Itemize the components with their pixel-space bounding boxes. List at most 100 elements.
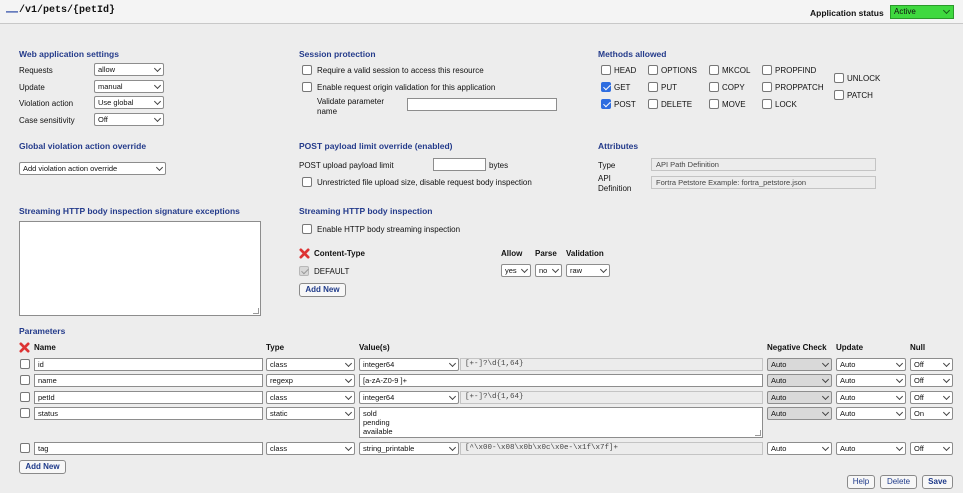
global-override-title: Global violation action override (19, 141, 147, 151)
param-null-value: Off (914, 393, 924, 402)
delete-x-icon[interactable] (299, 248, 310, 259)
validate-parameter-input[interactable] (407, 98, 557, 111)
streaming-allow-select[interactable]: yes (501, 264, 531, 277)
param-negative-select[interactable]: Auto (767, 374, 832, 387)
chevron-down-icon (344, 359, 353, 368)
resize-grip-icon[interactable] (253, 308, 259, 314)
method-mkcol-checkbox[interactable] (709, 65, 719, 75)
param-null-select[interactable]: Off (910, 358, 953, 371)
param-type-select[interactable]: class (266, 442, 355, 455)
application-status-select[interactable]: Active (890, 5, 954, 19)
param-update-value: Auto (840, 376, 856, 385)
streaming-validation-value: raw (570, 266, 583, 275)
method-propfind-checkbox[interactable] (762, 65, 772, 75)
chevron-down-icon (895, 392, 904, 401)
param-negative-select[interactable]: Auto (767, 391, 832, 404)
param-row-checkbox[interactable] (20, 392, 30, 402)
param-type-select[interactable]: regexp (266, 374, 355, 387)
require-session-checkbox[interactable] (302, 65, 312, 75)
method-unlock-checkbox[interactable] (834, 73, 844, 83)
help-button[interactable]: Help (847, 475, 875, 489)
resize-grip-icon[interactable] (755, 430, 761, 436)
method-patch-checkbox[interactable] (834, 90, 844, 100)
method-put-checkbox[interactable] (648, 82, 658, 92)
parameters-add-new-button[interactable]: Add New (19, 460, 66, 474)
param-name-input[interactable]: petId (34, 391, 263, 404)
param-negative-select[interactable]: Auto (767, 442, 832, 455)
update-select[interactable]: manual (94, 80, 164, 93)
post-upload-limit-label: POST upload payload limit (299, 161, 394, 170)
param-negative-select[interactable]: Auto (767, 358, 832, 371)
streaming-add-new-button[interactable]: Add New (299, 283, 346, 297)
method-options-checkbox[interactable] (648, 65, 658, 75)
enable-streaming-checkbox[interactable] (302, 224, 312, 234)
unrestricted-upload-checkbox[interactable] (302, 177, 312, 187)
global-override-select[interactable]: Add violation action override (19, 162, 166, 175)
param-value-value: string_printable (363, 444, 415, 453)
param-values-header: Value(s) (359, 343, 390, 352)
chevron-down-icon (153, 97, 162, 106)
method-head-checkbox[interactable] (601, 65, 611, 75)
save-button[interactable]: Save (922, 475, 953, 489)
chevron-down-icon (942, 6, 951, 15)
param-null-select[interactable]: Off (910, 374, 953, 387)
post-upload-limit-input[interactable] (433, 158, 486, 171)
param-name-input[interactable]: name (34, 374, 263, 387)
param-value-select[interactable]: integer64 (359, 358, 459, 371)
chevron-down-icon (153, 114, 162, 123)
param-update-select[interactable]: Auto (836, 391, 906, 404)
origin-validation-checkbox[interactable] (302, 82, 312, 92)
streaming-parse-select[interactable]: no (535, 264, 562, 277)
chevron-down-icon (344, 408, 353, 417)
method-lock-checkbox[interactable] (762, 99, 772, 109)
requests-select[interactable]: allow (94, 63, 164, 76)
method-post-checkbox[interactable] (601, 99, 611, 109)
case-sensitivity-select[interactable]: Off (94, 113, 164, 126)
violation-action-select[interactable]: Use global (94, 96, 164, 109)
param-type-select[interactable]: static (266, 407, 355, 420)
signature-exceptions-textarea[interactable] (19, 221, 261, 316)
param-value-select[interactable]: integer64 (359, 391, 459, 404)
param-null-value: Off (914, 444, 924, 453)
param-row-checkbox[interactable] (20, 359, 30, 369)
method-delete-checkbox[interactable] (648, 99, 658, 109)
param-null-select[interactable]: Off (910, 391, 953, 404)
attribute-type-value: API Path Definition (651, 158, 876, 171)
param-update-select[interactable]: Auto (836, 358, 906, 371)
param-negative-select[interactable]: Auto (767, 407, 832, 420)
param-regex-value: [+-]?\d{1,64} (460, 391, 763, 404)
violation-action-label: Violation action (19, 99, 74, 108)
param-name-input[interactable]: status (34, 407, 263, 420)
chevron-down-icon (821, 443, 830, 452)
parameters-title: Parameters (19, 326, 66, 336)
param-value-input[interactable]: [a-zA-Z0-9 ]+ (359, 374, 763, 387)
param-update-select[interactable]: Auto (836, 374, 906, 387)
collapse-toggle[interactable]: — (6, 4, 18, 18)
param-name-input[interactable]: id (34, 358, 263, 371)
param-null-select[interactable]: On (910, 407, 953, 420)
chevron-down-icon (448, 359, 457, 368)
param-null-select[interactable]: Off (910, 442, 953, 455)
param-values-textarea[interactable]: sold pending available (359, 407, 763, 438)
update-label: Update (19, 83, 45, 92)
param-row-checkbox[interactable] (20, 443, 30, 453)
streaming-validation-select[interactable]: raw (566, 264, 610, 277)
method-get-checkbox[interactable] (601, 82, 611, 92)
param-value-select[interactable]: string_printable (359, 442, 459, 455)
delete-button[interactable]: Delete (880, 475, 917, 489)
param-row-checkbox[interactable] (20, 375, 30, 385)
method-head-label: HEAD (614, 66, 637, 75)
origin-validation-label: Enable request origin validation for thi… (317, 83, 496, 92)
method-copy-checkbox[interactable] (709, 82, 719, 92)
method-move-checkbox[interactable] (709, 99, 719, 109)
param-update-select[interactable]: Auto (836, 407, 906, 420)
param-type-select[interactable]: class (266, 358, 355, 371)
delete-all-x-icon[interactable] (19, 342, 30, 353)
method-proppatch-checkbox[interactable] (762, 82, 772, 92)
param-type-select[interactable]: class (266, 391, 355, 404)
param-row-checkbox[interactable] (20, 408, 30, 418)
param-update-select[interactable]: Auto (836, 442, 906, 455)
resource-header: — /v1/pets/{petId} Application status Ac… (0, 0, 963, 24)
param-name-input[interactable]: tag (34, 442, 263, 455)
param-regex-value: [+-]?\d{1,64} (460, 358, 763, 371)
